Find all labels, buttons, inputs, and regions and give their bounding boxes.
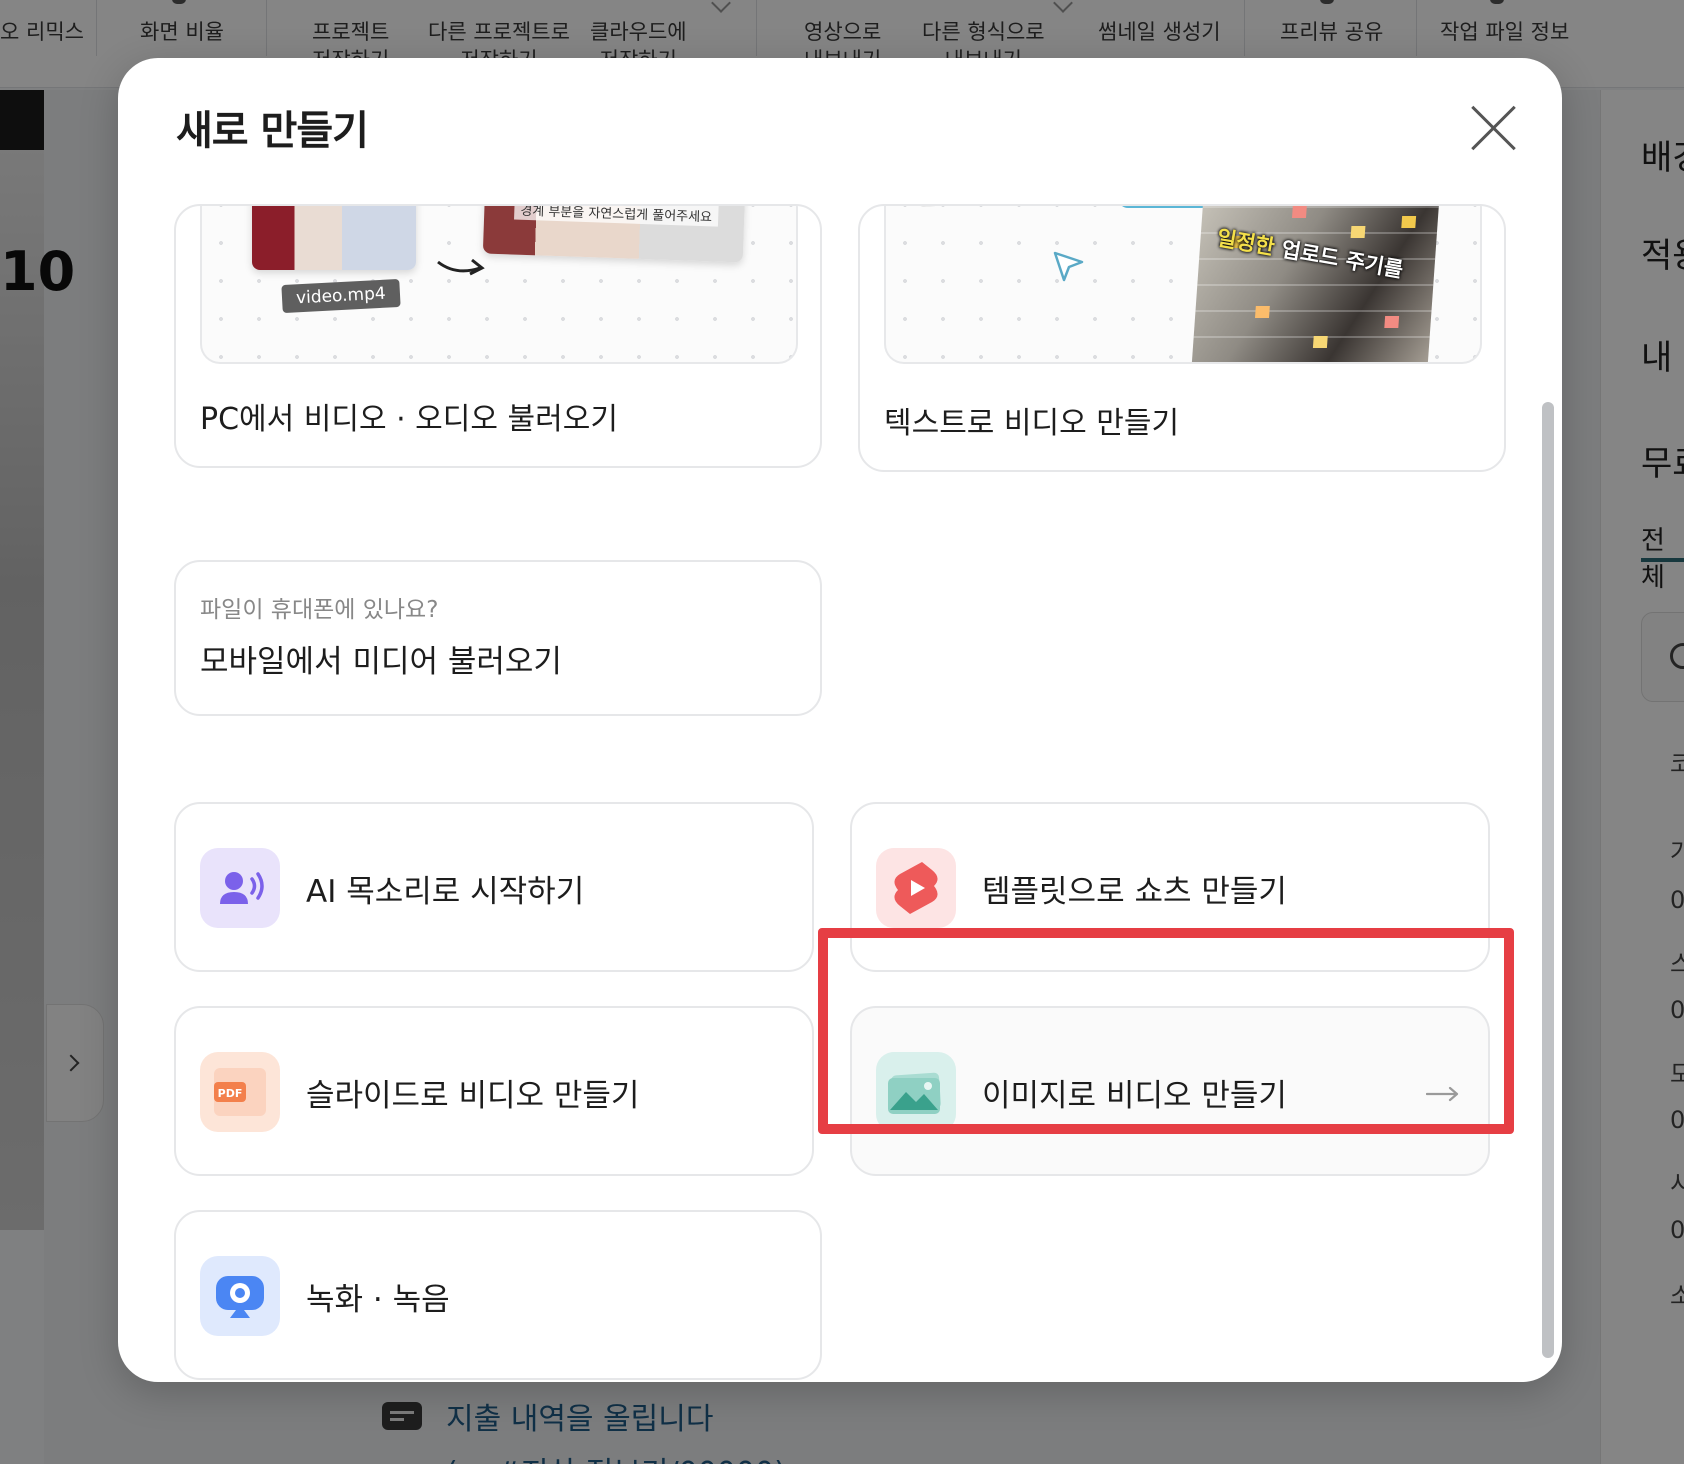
- thumbnail-caption: 경계 부분을 자연스럽게 풀어주세요: [514, 206, 719, 227]
- close-icon[interactable]: [1468, 102, 1520, 154]
- modal-scrollbar[interactable]: [1542, 402, 1554, 1358]
- thumbnail-card: [915, 206, 1117, 208]
- pc-import-label: PC에서 비디오 · 오디오 불러오기: [200, 402, 618, 437]
- pc-import-card[interactable]: video.mp4 경계 부분을 자연스럽게 풀어주세요 PC에서 비디오 · …: [174, 204, 822, 468]
- arrow-right-icon: [437, 258, 485, 276]
- sticky-note: [1254, 306, 1270, 318]
- pdf-icon: PDF: [200, 1052, 280, 1132]
- ai-voice-label: AI 목소리로 시작하기: [306, 874, 585, 910]
- ai-voice-option[interactable]: AI 목소리로 시작하기: [174, 802, 814, 972]
- image-icon: [876, 1052, 956, 1132]
- mobile-import-subtitle: 파일이 휴대폰에 있나요?: [200, 597, 439, 623]
- sticky-note: [1350, 226, 1366, 238]
- thumbnail-photo: 경계 부분을 자연스럽게 풀어주세요: [482, 206, 746, 263]
- mobile-import-card[interactable]: 파일이 휴대폰에 있나요? 모바일에서 미디어 불러오기: [174, 560, 822, 716]
- cursor-icon: [1053, 251, 1084, 282]
- slides-label: 슬라이드로 비디오 만들기: [306, 1078, 640, 1114]
- mobile-import-label: 모바일에서 미디어 불러오기: [200, 644, 562, 680]
- arrow-right-icon: [1426, 1086, 1459, 1102]
- image-to-video-option[interactable]: 이미지로 비디오 만들기: [850, 1006, 1490, 1176]
- pdf-badge-text: PDF: [218, 1087, 243, 1100]
- new-project-modal: 새로 만들기 video.mp4 경계 부분을 자연스럽게 풀어주세요 PC에서…: [118, 58, 1562, 1382]
- pc-import-thumbnail: video.mp4 경계 부분을 자연스럽게 풀어주세요: [200, 206, 798, 364]
- template-shorts-label: 템플릿으로 쇼츠 만들기: [982, 874, 1287, 910]
- record-label: 녹화 · 녹음: [306, 1282, 450, 1318]
- modal-title: 새로 만들기: [176, 108, 369, 154]
- sticky-note: [1291, 206, 1307, 218]
- file-tag: video.mp4: [281, 278, 401, 314]
- text-to-video-thumbnail: 일정한 업로드 주기를: [884, 206, 1482, 364]
- text-to-video-card[interactable]: 일정한 업로드 주기를 텍스트로 비디오 만들기: [858, 204, 1506, 472]
- thumbnail-photo: [252, 206, 416, 270]
- image-to-video-label: 이미지로 비디오 만들기: [982, 1078, 1287, 1114]
- slides-option[interactable]: PDF 슬라이드로 비디오 만들기: [174, 1006, 814, 1176]
- ai-voice-icon: [200, 848, 280, 928]
- shorts-icon: [876, 848, 956, 928]
- sticky-note: [1384, 316, 1400, 328]
- modal-scroll-area[interactable]: video.mp4 경계 부분을 자연스럽게 풀어주세요 PC에서 비디오 · …: [118, 204, 1562, 1382]
- text-to-video-label: 텍스트로 비디오 만들기: [884, 406, 1180, 441]
- record-option[interactable]: 녹화 · 녹음: [174, 1210, 822, 1380]
- template-shorts-option[interactable]: 템플릿으로 쇼츠 만들기: [850, 802, 1490, 972]
- webcam-icon: [200, 1256, 280, 1336]
- sticky-note: [1312, 336, 1328, 348]
- sticky-note: [1401, 216, 1417, 228]
